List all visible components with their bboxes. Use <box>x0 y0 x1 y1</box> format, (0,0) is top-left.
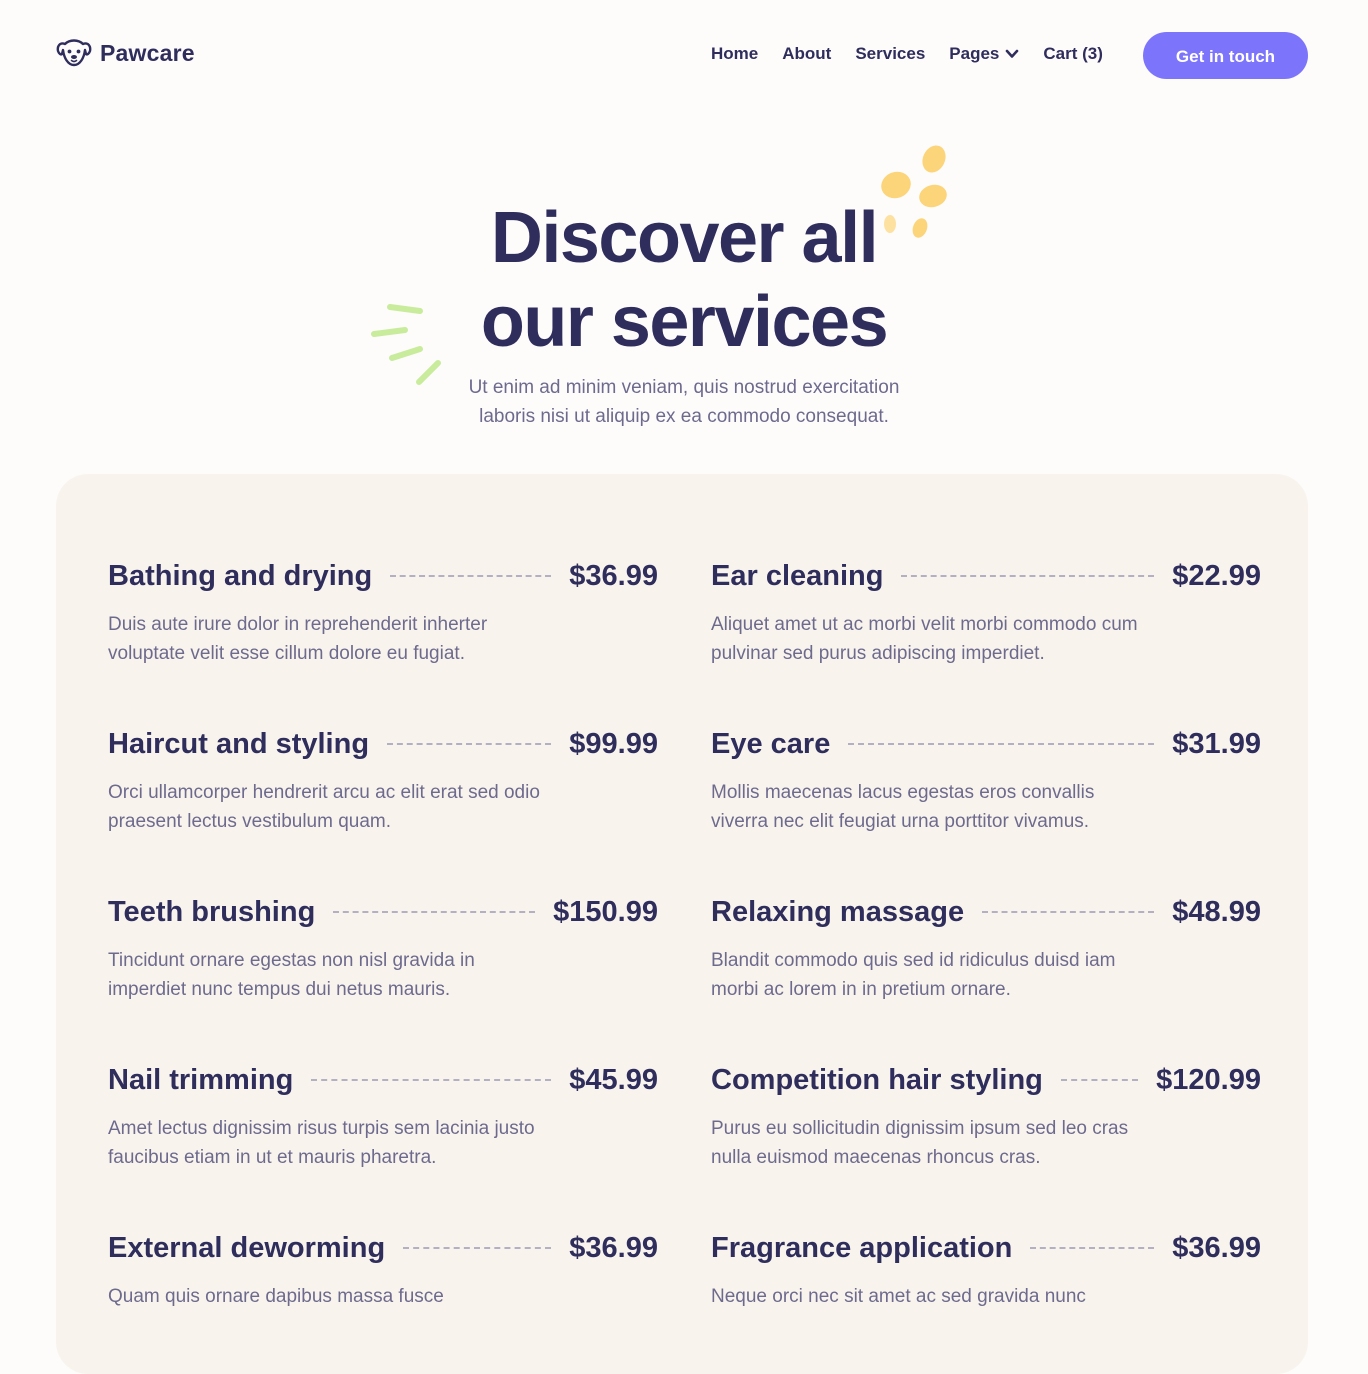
service-description: Purus eu sollicitudin dignissim ipsum se… <box>711 1118 1129 1168</box>
dotted-leader <box>387 743 552 745</box>
dotted-leader <box>333 911 536 913</box>
service-header: External deworming $36.99 <box>108 1228 658 1268</box>
service-price: $36.99 <box>1172 1231 1261 1264</box>
service-price: $99.99 <box>569 727 658 760</box>
nav-item-cart[interactable]: Cart (3) <box>1043 44 1103 64</box>
service-price: $31.99 <box>1172 727 1261 760</box>
service-description: Mollis maecenas lacus egestas eros conva… <box>711 782 1095 832</box>
service-header: Eye care $31.99 <box>711 724 1261 764</box>
get-in-touch-button[interactable]: Get in touch <box>1143 32 1308 79</box>
service-description: Quam quis ornare dapibus massa fusce <box>108 1286 444 1307</box>
service-name: External deworming <box>108 1231 386 1264</box>
service-item: Teeth brushing $150.99 Tincidunt ornare … <box>108 892 658 1004</box>
service-item: Haircut and styling $99.99 Orci ullamcor… <box>108 724 658 836</box>
service-header: Ear cleaning $22.99 <box>711 556 1261 596</box>
nav-item-home[interactable]: Home <box>711 44 758 64</box>
service-item: Nail trimming $45.99 Amet lectus digniss… <box>108 1060 658 1172</box>
nav-item-pages-label: Pages <box>949 44 1000 63</box>
service-item: Fragrance application $36.99 Neque orci … <box>711 1228 1261 1311</box>
service-description: Duis aute irure dolor in reprehenderit i… <box>108 614 488 664</box>
dotted-leader <box>848 743 1155 745</box>
main-nav: Home About Services Pages Cart (3) <box>711 44 1103 64</box>
service-description: Orci ullamcorper hendrerit arcu ac elit … <box>108 782 540 832</box>
dog-face-icon <box>56 39 92 67</box>
page-title-line-1: Discover all <box>490 198 879 278</box>
service-item: Eye care $31.99 Mollis maecenas lacus eg… <box>711 724 1261 836</box>
service-header: Competition hair styling $120.99 <box>711 1060 1261 1100</box>
page-subtitle-line-2: laboris nisi ut aliquip ex ea commodo co… <box>479 406 889 427</box>
service-name: Nail trimming <box>108 1063 294 1096</box>
chevron-down-icon <box>1006 49 1019 58</box>
service-item: External deworming $36.99 Quam quis orna… <box>108 1228 658 1311</box>
dotted-leader <box>982 911 1155 913</box>
service-name: Haircut and styling <box>108 727 370 760</box>
service-name: Competition hair styling <box>711 1063 1043 1096</box>
service-name: Teeth brushing <box>108 895 316 928</box>
page-title-line-2: our services <box>480 282 889 362</box>
dotted-leader <box>390 575 552 577</box>
service-item: Ear cleaning $22.99 Aliquet amet ut ac m… <box>711 556 1261 668</box>
service-name: Fragrance application <box>711 1231 1013 1264</box>
service-price: $150.99 <box>553 895 658 928</box>
nav-item-about[interactable]: About <box>782 44 831 64</box>
page-subtitle: Ut enim ad minim veniam, quis nostrud ex… <box>0 373 1368 431</box>
service-price: $36.99 <box>569 559 658 592</box>
dotted-leader <box>311 1079 552 1081</box>
service-price: $45.99 <box>569 1063 658 1096</box>
service-price: $36.99 <box>569 1231 658 1264</box>
dotted-leader <box>403 1247 552 1249</box>
service-header: Relaxing massage $48.99 <box>711 892 1261 932</box>
service-name: Eye care <box>711 727 831 760</box>
service-header: Fragrance application $36.99 <box>711 1228 1261 1268</box>
service-header: Teeth brushing $150.99 <box>108 892 658 932</box>
service-header: Haircut and styling $99.99 <box>108 724 658 764</box>
service-price: $22.99 <box>1172 559 1261 592</box>
service-name: Ear cleaning <box>711 559 884 592</box>
service-description: Aliquet amet ut ac morbi velit morbi com… <box>711 614 1138 664</box>
nav-item-services[interactable]: Services <box>855 44 925 64</box>
dotted-leader <box>1030 1247 1155 1249</box>
dotted-leader <box>1060 1079 1139 1081</box>
service-description: Neque orci nec sit amet ac sed gravida n… <box>711 1286 1086 1307</box>
service-description: Blandit commodo quis sed id ridiculus du… <box>711 950 1116 1000</box>
service-item: Competition hair styling $120.99 Purus e… <box>711 1060 1261 1172</box>
brand-logo[interactable]: Pawcare <box>56 38 195 68</box>
nav-item-pages[interactable]: Pages <box>949 44 1019 64</box>
service-description: Amet lectus dignissim risus turpis sem l… <box>108 1118 535 1168</box>
dotted-leader <box>901 575 1155 577</box>
service-price: $120.99 <box>1156 1063 1261 1096</box>
service-header: Bathing and drying $36.99 <box>108 556 658 596</box>
page-title: Discover all our services <box>0 196 1368 364</box>
service-price: $48.99 <box>1172 895 1261 928</box>
service-name: Relaxing massage <box>711 895 965 928</box>
service-name: Bathing and drying <box>108 559 373 592</box>
brand-name: Pawcare <box>100 39 195 66</box>
service-header: Nail trimming $45.99 <box>108 1060 658 1100</box>
site-header: Pawcare Home About Services Pages Cart (… <box>0 0 1368 110</box>
services-panel: Bathing and drying $36.99 Duis aute irur… <box>56 474 1308 1374</box>
service-item: Relaxing massage $48.99 Blandit commodo … <box>711 892 1261 1004</box>
service-item: Bathing and drying $36.99 Duis aute irur… <box>108 556 658 668</box>
page-subtitle-line-1: Ut enim ad minim veniam, quis nostrud ex… <box>468 377 900 398</box>
service-description: Tincidunt ornare egestas non nisl gravid… <box>108 950 475 1000</box>
